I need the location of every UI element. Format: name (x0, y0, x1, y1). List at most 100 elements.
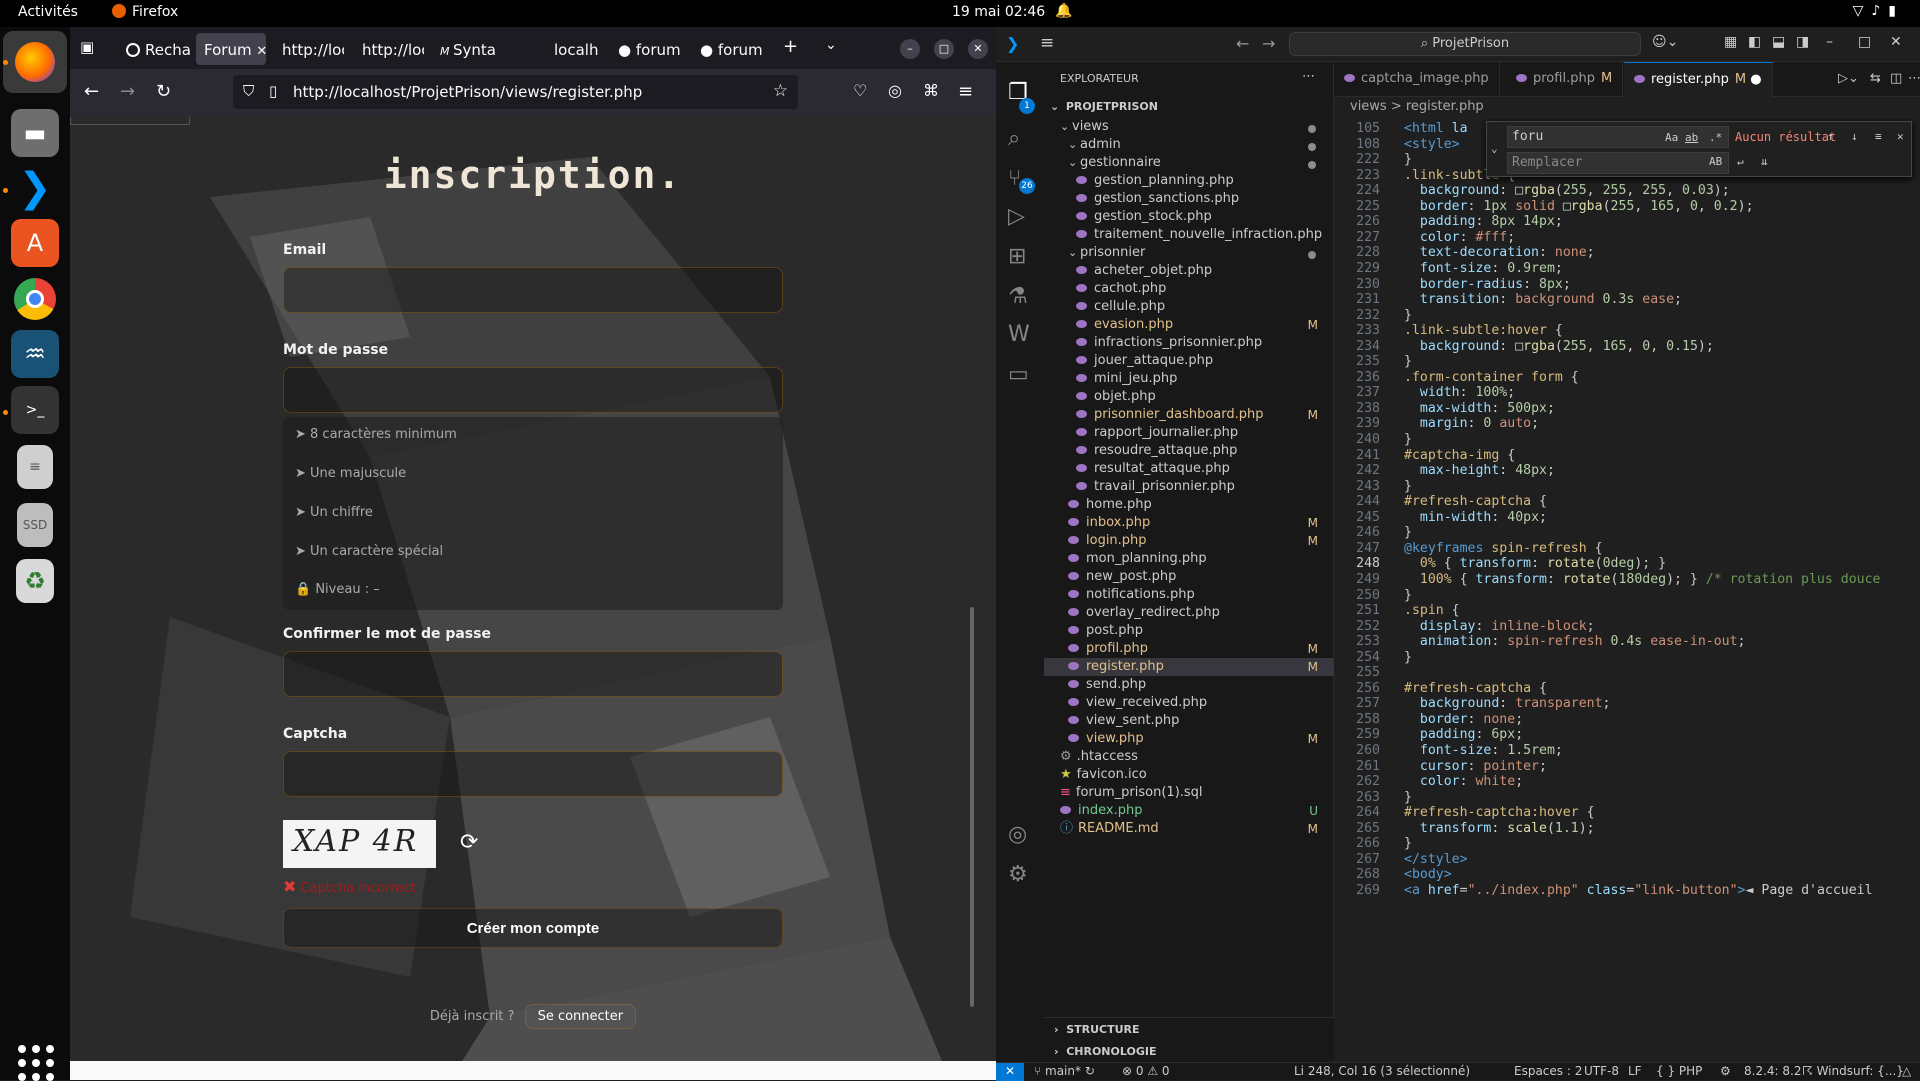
tab[interactable]: M Synta (432, 33, 504, 65)
gear-icon[interactable]: ⚙ (1008, 862, 1028, 887)
copilot-icon[interactable]: ☺⌄ (1652, 34, 1678, 50)
captcha-field[interactable] (283, 751, 783, 797)
branch-status[interactable]: ⑂ main* ↻ (1034, 1063, 1095, 1080)
dock-ssd[interactable]: SSD (17, 503, 53, 547)
timeline-section[interactable]: › CHRONOLOGIE (1054, 1045, 1156, 1058)
maximize-icon[interactable]: □ (934, 39, 954, 59)
confirm-password-field[interactable] (283, 651, 783, 697)
list-tabs-icon[interactable]: ⌄ (825, 37, 837, 53)
shield-icon[interactable]: ⛉ (243, 82, 254, 100)
clock[interactable]: 19 mai 02:46 (952, 4, 1045, 20)
dock-software[interactable]: A (11, 219, 59, 267)
forward-icon[interactable]: → (120, 81, 135, 102)
minimize-icon[interactable]: – (1826, 34, 1833, 50)
tree-file[interactable]: post.php (1044, 622, 1334, 640)
refresh-captcha-button[interactable]: ⟳ (460, 829, 478, 855)
tab[interactable]: ● forum (610, 33, 684, 65)
tree-file[interactable]: gestion_planning.php (1044, 172, 1334, 190)
new-tab-icon[interactable]: + (783, 36, 798, 57)
editor-tab-active[interactable]: register.php M ● (1624, 62, 1773, 97)
tree-folder[interactable]: ⌄ admin (1044, 136, 1334, 154)
dock-chrome[interactable] (11, 275, 59, 323)
dock-vscode[interactable]: ❯ (11, 164, 59, 212)
search-icon[interactable]: ⌕ (1008, 126, 1020, 151)
toggle-replace-icon[interactable]: ⌄ (1491, 142, 1498, 155)
tree-file[interactable]: view_sent.php (1044, 712, 1334, 730)
tree-file[interactable]: mon_planning.php (1044, 550, 1334, 568)
page-scrollbar[interactable] (970, 607, 974, 1007)
tree-file[interactable]: login.php M (1044, 532, 1334, 550)
tree-file[interactable]: gestion_sanctions.php (1044, 190, 1334, 208)
tree-file[interactable]: prisonnier_dashboard.php M (1044, 406, 1334, 424)
toggle-sidebar-icon[interactable]: ◧ (1748, 34, 1761, 50)
tab-overview-icon[interactable]: ▣ (80, 38, 94, 56)
tab-active[interactable]: Forum ✕ (196, 33, 266, 65)
preserve-case-icon[interactable]: AB (1709, 155, 1722, 168)
tab[interactable]: Recha (118, 33, 190, 65)
app-menu[interactable]: Firefox (112, 4, 178, 20)
remote-icon[interactable]: ✕ (996, 1063, 1024, 1081)
tree-file[interactable]: gestion_stock.php (1044, 208, 1334, 226)
tree-file[interactable]: new_post.php (1044, 568, 1334, 586)
tree-file[interactable]: ⚙ .htaccess (1044, 748, 1334, 766)
tree-file[interactable]: resultat_attaque.php (1044, 460, 1334, 478)
extensions-icon[interactable]: ⌘ (923, 81, 939, 100)
tree-file[interactable]: infractions_prisonnier.php (1044, 334, 1334, 352)
problems-status[interactable]: ⊗ 0 ⚠ 0 (1122, 1063, 1170, 1080)
indentation[interactable]: Espaces : 2 (1514, 1063, 1582, 1080)
back-icon[interactable]: ← (1236, 34, 1249, 53)
tree-file[interactable]: index.php U (1044, 802, 1334, 820)
toggle-panel-icon[interactable]: ⬓ (1772, 34, 1785, 50)
tree-folder[interactable]: ⌄ views (1044, 118, 1334, 136)
dock-mysql-workbench[interactable]: ♒ (11, 330, 59, 378)
activities-button[interactable]: Activités (18, 4, 78, 20)
run-icon[interactable]: ▷⌄ (1838, 71, 1859, 86)
tree-file[interactable]: rapport_journalier.php (1044, 424, 1334, 442)
tree-file[interactable]: ≡ forum_prison(1).sql (1044, 784, 1334, 802)
tree-file[interactable]: ⓘ README.md M (1044, 820, 1334, 838)
command-center-search[interactable]: ⌕ ProjetPrison (1289, 32, 1641, 56)
notifications-icon[interactable]: △ (1902, 1063, 1911, 1080)
more-icon[interactable]: ⋯ (1302, 69, 1315, 84)
folder-icon[interactable]: ▭ (1008, 362, 1029, 387)
menu-icon[interactable]: ≡ (958, 81, 973, 102)
show-apps-button[interactable] (18, 1045, 54, 1081)
windsurf-status[interactable]: ☈ Windsurf: {...} (1802, 1063, 1904, 1080)
pocket-icon[interactable]: ♡ (853, 81, 867, 100)
tree-file[interactable]: inbox.php M (1044, 514, 1334, 532)
url-bar[interactable]: ⛉ ▯ http://localhost/ProjetPrison/views/… (233, 75, 798, 109)
tree-file[interactable]: cachot.php (1044, 280, 1334, 298)
tree-file[interactable]: evasion.php M (1044, 316, 1334, 334)
reload-icon[interactable]: ↻ (156, 81, 171, 102)
close-window-icon[interactable]: ✕ (1890, 34, 1902, 50)
login-link[interactable]: Se connecter (524, 1004, 637, 1029)
tab[interactable]: http://loc (274, 33, 344, 65)
tree-file[interactable]: traitement_nouvelle_infraction.php (1044, 226, 1334, 244)
close-window-icon[interactable]: ✕ (968, 39, 988, 59)
compare-icon[interactable]: ⇆ (1870, 71, 1881, 86)
php-version[interactable]: 8.2.4: 8.2 (1744, 1063, 1801, 1080)
tree-file[interactable]: travail_prisonnier.php (1044, 478, 1334, 496)
tree-file[interactable]: register.php M (1044, 658, 1334, 676)
testing-icon[interactable]: ⚗ (1008, 284, 1028, 309)
dock-trash[interactable]: ♻ (16, 559, 54, 603)
tree-folder[interactable]: ⌄ gestionnaire (1044, 154, 1334, 172)
run-debug-icon[interactable]: ▷ (1008, 204, 1025, 229)
dock-terminal[interactable]: >_ (11, 386, 59, 434)
forward-icon[interactable]: → (1262, 34, 1275, 53)
toggle-secondary-icon[interactable]: ◨ (1796, 34, 1809, 50)
replace-input[interactable]: Remplacer (1507, 152, 1729, 174)
dock-files[interactable]: ▬ (11, 109, 59, 157)
tree-file[interactable]: send.php (1044, 676, 1334, 694)
tree-file[interactable]: cellule.php (1044, 298, 1334, 316)
tree-file[interactable]: view.php M (1044, 730, 1334, 748)
tree-file[interactable]: profil.php M (1044, 640, 1334, 658)
replace-all-icon[interactable]: ⇊ (1761, 155, 1768, 168)
code-editor[interactable]: 105 <html la 108 <style> 222} 223 .link-subtle… (1334, 119, 1920, 1063)
previous-match-icon[interactable]: ↑ (1827, 130, 1834, 143)
tree-file[interactable]: ★ favicon.ico (1044, 766, 1334, 784)
back-icon[interactable]: ← (84, 81, 99, 102)
tab[interactable]: ● forum (692, 33, 766, 65)
minimize-icon[interactable]: – (900, 39, 920, 59)
encoding[interactable]: UTF-8 (1584, 1063, 1619, 1080)
